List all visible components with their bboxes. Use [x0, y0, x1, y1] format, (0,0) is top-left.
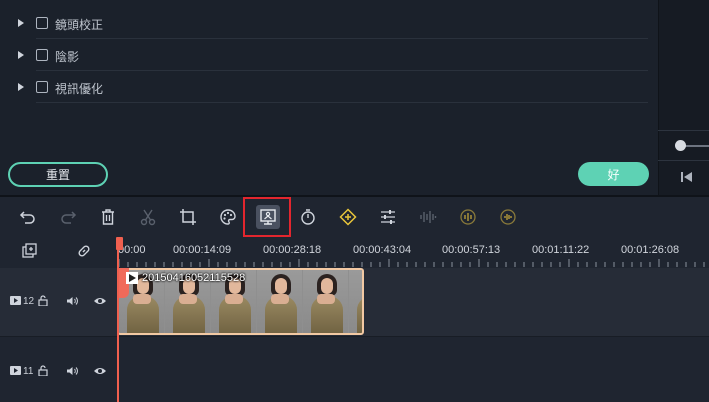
adjust-icon[interactable]	[378, 207, 398, 227]
ruler-label: 00:00:57:13	[442, 244, 501, 256]
slider-knob[interactable]	[675, 140, 686, 151]
playhead[interactable]	[117, 237, 119, 402]
setting-label: 陰影	[55, 50, 80, 64]
ruler-label: 00:01:26:08	[621, 244, 680, 256]
eye-icon[interactable]	[93, 296, 107, 306]
setting-row-video-enhance[interactable]: 視訊優化	[0, 71, 658, 103]
checkbox[interactable]	[36, 81, 48, 93]
delete-icon[interactable]	[98, 207, 118, 227]
clip-title: 20150416052115528	[142, 272, 246, 284]
playhead-handle[interactable]	[116, 237, 123, 250]
expand-triangle-icon[interactable]	[18, 83, 24, 91]
link-icon[interactable]	[76, 243, 92, 259]
expand-triangle-icon[interactable]	[18, 19, 24, 27]
ruler-label: 00:00:28:18	[263, 244, 322, 256]
audio-wave-icon[interactable]	[418, 207, 438, 227]
clip-thumbnail	[303, 270, 348, 333]
clip-type-icon	[126, 272, 138, 284]
track-number: 11	[23, 366, 34, 377]
ruler-label: 00:01:11:22	[532, 244, 590, 256]
speed-icon[interactable]	[298, 207, 318, 227]
unlock-icon[interactable]	[38, 295, 48, 306]
setting-row-shadow[interactable]: 陰影	[0, 39, 658, 71]
checkbox[interactable]	[36, 17, 48, 29]
clip-thumbnail	[349, 270, 362, 333]
volume-icon[interactable]	[66, 296, 78, 306]
setting-row-lens-correction[interactable]: 鏡頭校正	[0, 7, 658, 39]
keyframe-icon[interactable]	[338, 207, 358, 227]
divider	[36, 102, 648, 103]
cut-icon[interactable]	[138, 207, 158, 227]
checkbox[interactable]	[36, 49, 48, 61]
crop-icon[interactable]	[178, 207, 198, 227]
redo-icon[interactable]	[58, 207, 78, 227]
volume-icon[interactable]	[66, 366, 78, 376]
setting-label: 視訊優化	[55, 82, 104, 96]
add-track-icon[interactable]	[22, 243, 38, 259]
reset-button[interactable]: 重置	[8, 162, 108, 187]
ok-button[interactable]: 好	[578, 162, 649, 186]
previous-frame-icon[interactable]	[680, 171, 694, 183]
undo-icon[interactable]	[18, 207, 38, 227]
track-number: 12	[23, 296, 35, 307]
ruler-ticks	[118, 259, 705, 267]
video-track-icon	[10, 296, 21, 305]
preview-panel	[658, 0, 709, 195]
audio-ducking-icon[interactable]	[458, 207, 478, 227]
clip-thumbnail	[257, 270, 302, 333]
unlock-icon[interactable]	[38, 365, 48, 376]
divider	[658, 160, 709, 161]
divider	[658, 130, 709, 131]
ruler-label: 00:00:43:04	[353, 244, 412, 256]
video-track-icon	[10, 366, 21, 375]
color-icon[interactable]	[218, 207, 238, 227]
eye-icon[interactable]	[93, 366, 107, 376]
ruler-label: 00:00:14:09	[173, 244, 232, 256]
setting-label: 鏡頭校正	[55, 18, 104, 32]
audio-stretch-icon[interactable]	[498, 207, 518, 227]
highlight-annotation	[243, 197, 291, 237]
expand-triangle-icon[interactable]	[18, 51, 24, 59]
